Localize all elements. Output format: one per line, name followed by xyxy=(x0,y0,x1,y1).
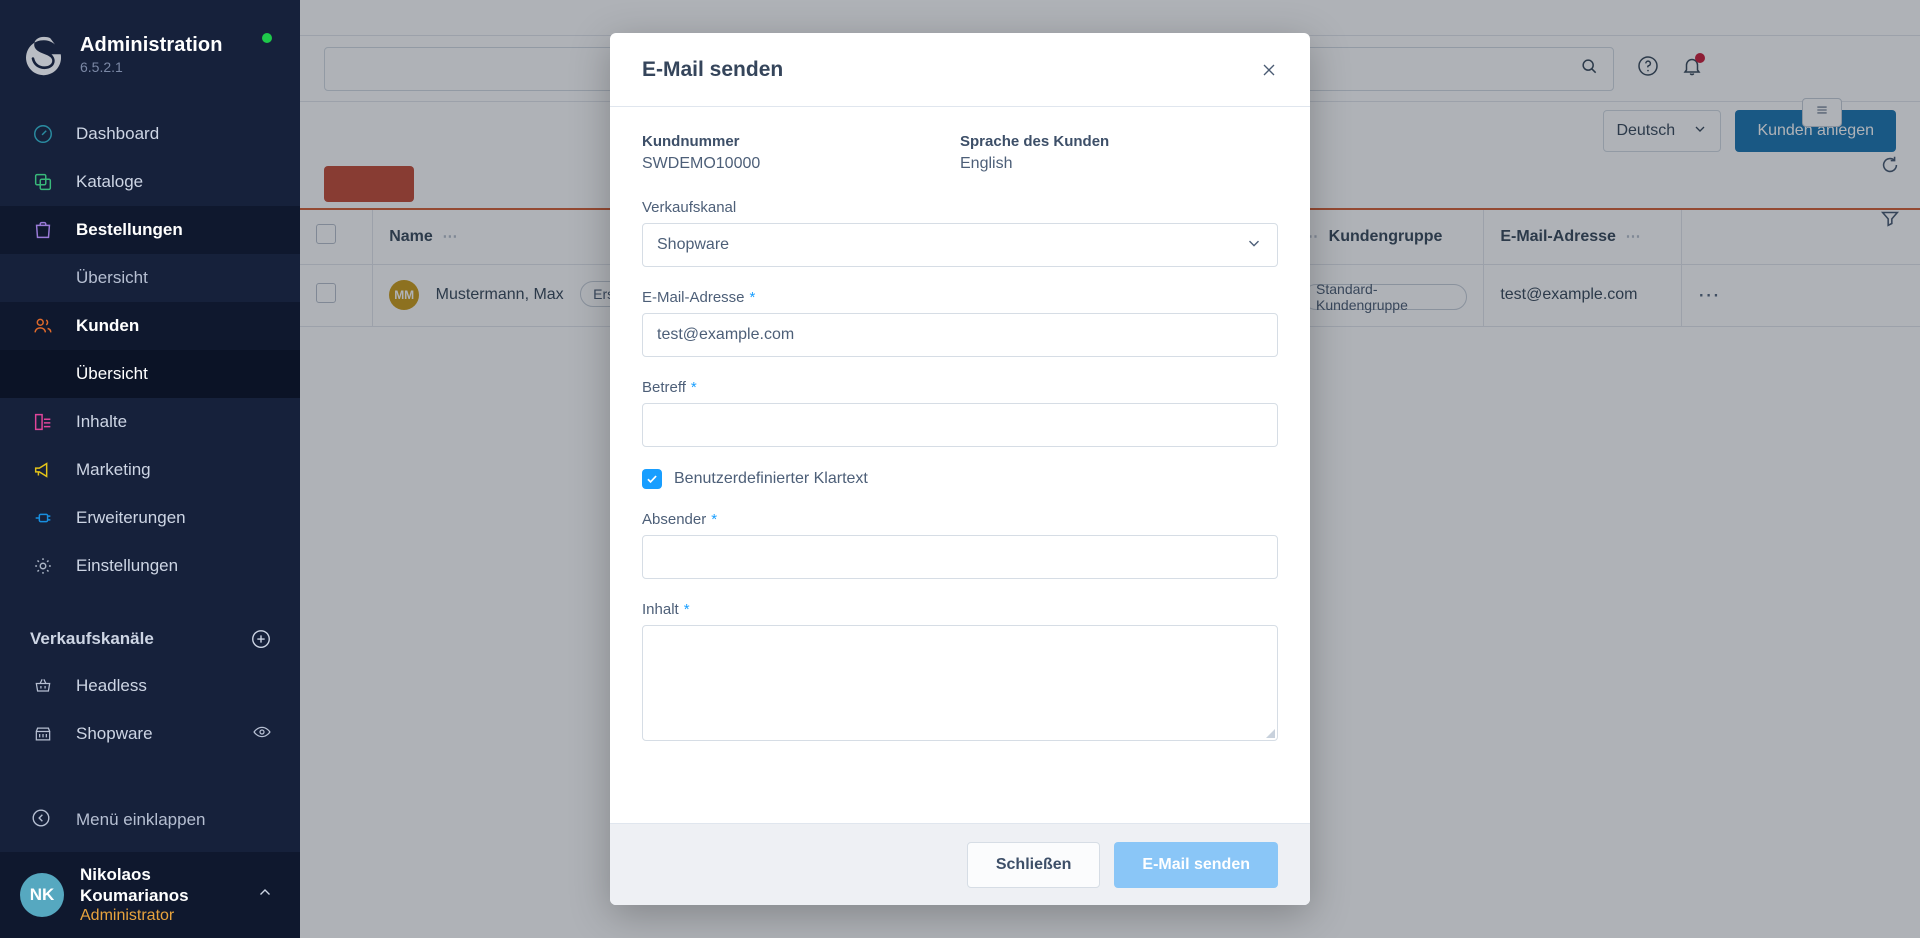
email-label-wrapper: E-Mail-Adresse * xyxy=(642,289,1278,306)
customer-number-value: SWDEMO10000 xyxy=(642,155,761,172)
plaintext-checkbox-label: Benutzerdefinierter Klartext xyxy=(674,470,868,487)
user-name: Nikolaos Koumarianos xyxy=(80,865,189,905)
content-field-group: Inhalt * xyxy=(642,601,1278,741)
customer-language-value: English xyxy=(960,155,1013,172)
sales-channels-label: Verkaufskanäle xyxy=(30,629,154,648)
subject-field-group: Betreff * xyxy=(642,379,1278,447)
sidebar-item-marketing[interactable]: Marketing xyxy=(0,446,300,494)
users-icon xyxy=(30,313,56,339)
content-icon xyxy=(30,409,56,435)
modal-header: E-Mail senden xyxy=(610,33,1310,107)
customer-number-label: Kundnummer xyxy=(642,133,740,150)
required-marker: * xyxy=(711,511,718,528)
chevron-left-circle-icon xyxy=(30,807,56,834)
sidebar-item-erweiterungen[interactable]: Erweiterungen xyxy=(0,494,300,542)
content-textarea[interactable] xyxy=(642,625,1278,741)
modal-body: Kundnummer SWDEMO10000 Sprache des Kunde… xyxy=(610,107,1310,823)
bag-icon xyxy=(30,217,56,243)
customer-language-block: Sprache des Kunden English xyxy=(960,133,1278,173)
chevron-up-icon[interactable] xyxy=(256,884,274,906)
sidebar-item-label: Dashboard xyxy=(76,124,160,143)
sidebar-item-label: Übersicht xyxy=(76,268,148,287)
content-label: Inhalt xyxy=(642,601,679,618)
sales-channel-select[interactable]: Shopware xyxy=(642,223,1278,267)
email-field-group: E-Mail-Adresse * test@example.com xyxy=(642,289,1278,357)
shopware-logo-icon xyxy=(22,32,66,76)
sidebar-item-label: Erweiterungen xyxy=(76,508,186,527)
sidebar-title: Administration xyxy=(80,33,223,56)
sidebar-item-kunden-uebersicht[interactable]: Übersicht xyxy=(0,350,300,398)
gauge-icon xyxy=(30,121,56,147)
plaintext-checkbox[interactable] xyxy=(642,469,662,489)
sidebar-item-dashboard[interactable]: Dashboard xyxy=(0,110,300,158)
email-value: test@example.com xyxy=(657,326,795,343)
avatar: NK xyxy=(20,873,64,917)
plaintext-checkbox-row[interactable]: Benutzerdefinierter Klartext xyxy=(642,469,1278,489)
email-label: E-Mail-Adresse xyxy=(642,289,745,306)
sidebar-item-kataloge[interactable]: Kataloge xyxy=(0,158,300,206)
customer-language-label: Sprache des Kunden xyxy=(960,133,1110,150)
sidebar-item-label: Marketing xyxy=(76,460,151,479)
user-role: Administrator xyxy=(80,907,175,924)
sender-label-wrapper: Absender * xyxy=(642,511,1278,528)
basket-icon xyxy=(30,673,56,699)
send-email-button: E-Mail senden xyxy=(1114,841,1278,888)
sidebar-item-headless[interactable]: Headless xyxy=(0,662,300,710)
sender-field-group: Absender * xyxy=(642,511,1278,579)
sidebar-item-label: Übersicht xyxy=(76,364,148,383)
sidebar-item-label: Bestellungen xyxy=(76,220,183,239)
chevron-down-icon xyxy=(1245,234,1263,257)
close-button[interactable]: Schließen xyxy=(966,841,1101,888)
sidebar-item-bestellungen-uebersicht[interactable]: Übersicht xyxy=(0,254,300,302)
sidebar-item-einstellungen[interactable]: Einstellungen xyxy=(0,542,300,590)
customer-summary: Kundnummer SWDEMO10000 Sprache des Kunde… xyxy=(642,133,1278,173)
application-window: Administration 6.5.2.1 Dashboard Katalog… xyxy=(0,0,1920,938)
sales-channels-heading: Verkaufskanäle xyxy=(0,616,300,662)
sales-channel-value: Shopware xyxy=(657,236,730,253)
eye-icon[interactable] xyxy=(252,722,272,747)
sender-input[interactable] xyxy=(642,535,1278,579)
sidebar-nav: Dashboard Kataloge Bestellungen Übersich… xyxy=(0,110,300,590)
user-account-button[interactable]: NK Nikolaos Koumarianos Administrator xyxy=(0,852,300,938)
email-input[interactable]: test@example.com xyxy=(642,313,1278,357)
sender-label: Absender xyxy=(642,511,707,528)
content-label-wrapper: Inhalt * xyxy=(642,601,1278,618)
sales-channel-field: Verkaufskanal Shopware xyxy=(642,199,1278,267)
modal-footer: Schließen E-Mail senden xyxy=(610,823,1310,905)
sidebar-item-label: Einstellungen xyxy=(76,556,179,575)
customer-number-block: Kundnummer SWDEMO10000 xyxy=(642,133,960,173)
sales-channel-label: Verkaufskanal xyxy=(642,199,737,216)
add-sales-channel-icon[interactable] xyxy=(250,628,272,650)
sidebar-item-label: Kunden xyxy=(76,316,140,335)
sidebar-item-label: Shopware xyxy=(76,724,153,743)
megaphone-icon xyxy=(30,457,56,483)
gear-icon xyxy=(30,553,56,579)
status-dot-icon xyxy=(262,33,272,43)
modal-title: E-Mail senden xyxy=(642,57,784,81)
storefront-icon xyxy=(30,721,56,747)
sidebar-item-bestellungen[interactable]: Bestellungen xyxy=(0,206,300,254)
sidebar-item-label: Inhalte xyxy=(76,412,128,431)
sidebar-item-inhalte[interactable]: Inhalte xyxy=(0,398,300,446)
collapse-menu-label: Menü einklappen xyxy=(76,810,206,829)
subject-label: Betreff xyxy=(642,379,686,396)
required-marker: * xyxy=(749,289,756,306)
sidebar: Administration 6.5.2.1 Dashboard Katalog… xyxy=(0,0,300,938)
send-email-modal: E-Mail senden Kundnummer SWDEMO10000 Spr… xyxy=(610,33,1310,905)
sidebar-brand[interactable]: Administration 6.5.2.1 xyxy=(0,0,300,86)
sidebar-version: 6.5.2.1 xyxy=(80,58,123,75)
copy-icon xyxy=(30,169,56,195)
close-icon[interactable] xyxy=(1256,57,1282,83)
sidebar-item-kunden[interactable]: Kunden xyxy=(0,302,300,350)
sidebar-item-label: Headless xyxy=(76,676,147,695)
sidebar-item-shopware[interactable]: Shopware xyxy=(0,710,300,758)
required-marker: * xyxy=(690,379,697,396)
sidebar-item-label: Kataloge xyxy=(76,172,144,191)
collapse-menu-button[interactable]: Menü einklappen xyxy=(0,796,300,844)
subject-input[interactable] xyxy=(642,403,1278,447)
plugin-icon xyxy=(30,505,56,531)
subject-label-wrapper: Betreff * xyxy=(642,379,1278,396)
required-marker: * xyxy=(683,601,690,618)
